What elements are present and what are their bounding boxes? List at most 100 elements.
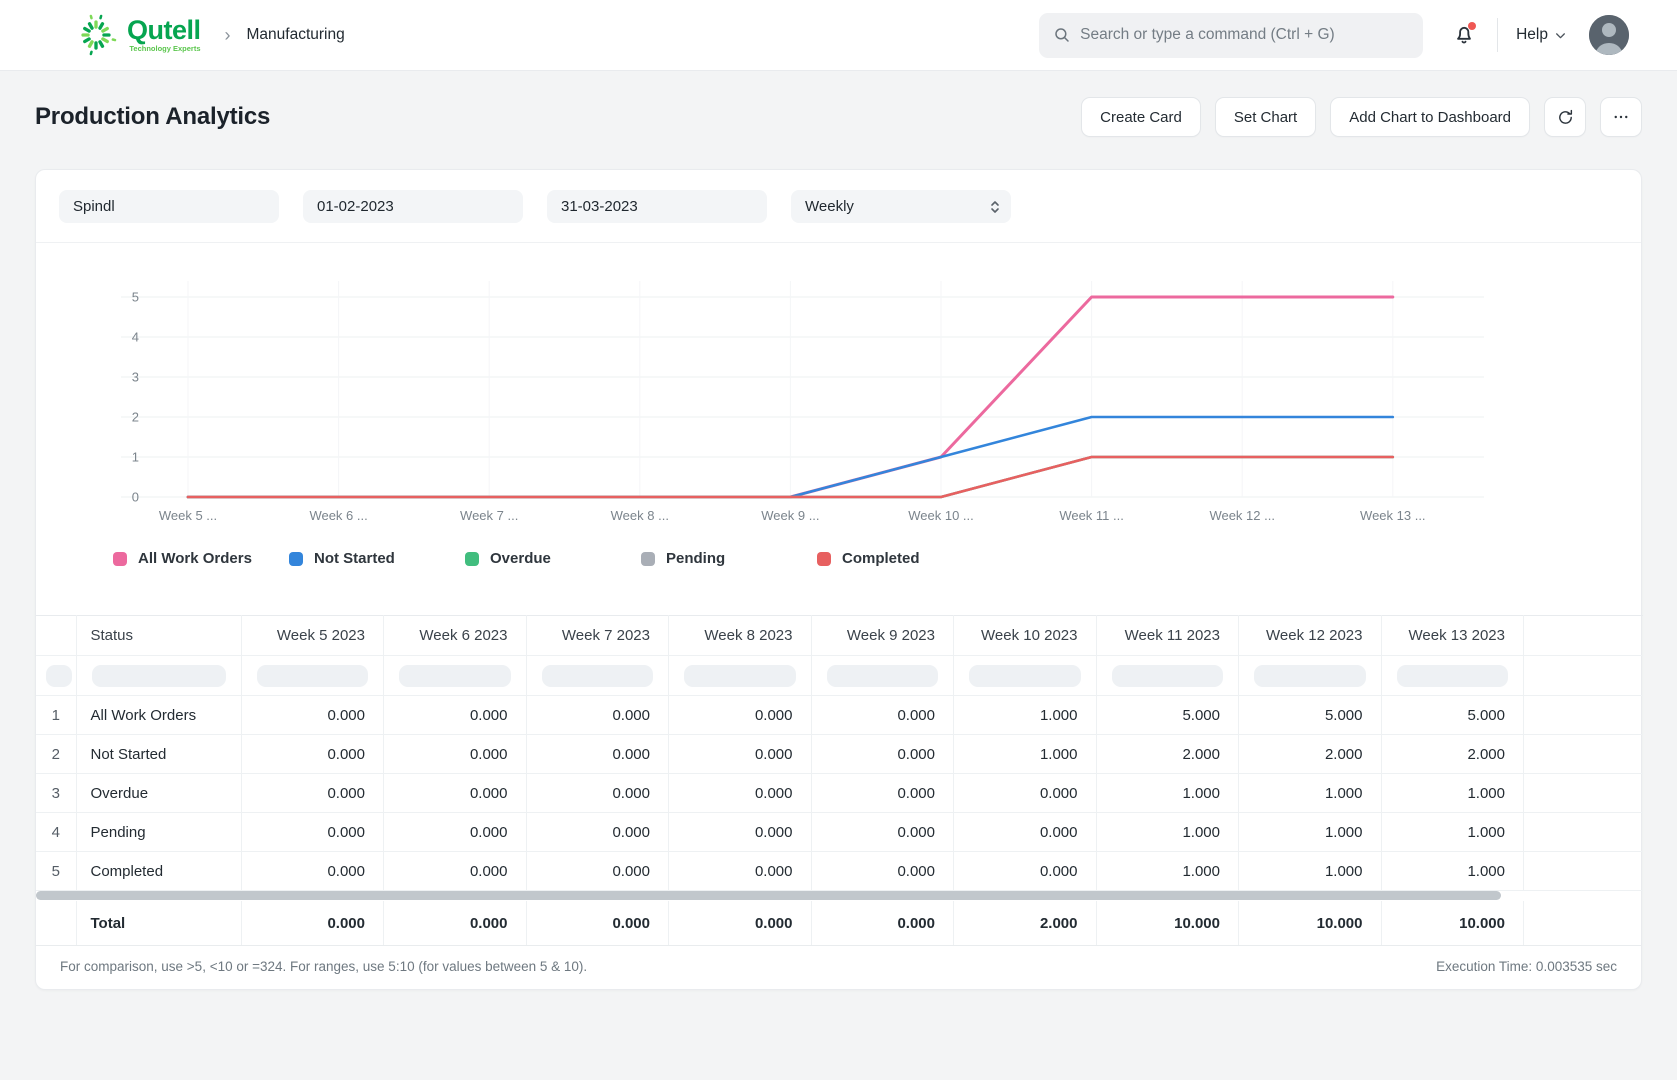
value-cell-week-10[interactable]: 0.000 <box>954 774 1097 813</box>
value-cell-week-10[interactable]: 0.000 <box>954 813 1097 852</box>
value-cell-week-13[interactable]: 1.000 <box>1381 813 1524 852</box>
week-7-filter-input[interactable] <box>526 656 669 696</box>
value-cell-week-8[interactable]: 0.000 <box>669 696 812 735</box>
week-10-filter-input-pill[interactable] <box>969 665 1081 687</box>
status-filter-input[interactable] <box>76 656 241 696</box>
week-11-filter-input-pill[interactable] <box>1112 665 1224 687</box>
week-12-filter-input-pill[interactable] <box>1254 665 1366 687</box>
value-cell-week-11[interactable]: 1.000 <box>1096 813 1239 852</box>
value-cell-week-6[interactable]: 0.000 <box>384 813 527 852</box>
value-cell-week-5[interactable]: 0.000 <box>241 852 384 891</box>
scrollbar-thumb[interactable] <box>36 891 1501 900</box>
week-9-filter-input[interactable] <box>811 656 954 696</box>
week-column-header-13[interactable]: Week 13 2023 <box>1381 616 1524 656</box>
value-cell-week-10[interactable]: 0.000 <box>954 852 1097 891</box>
breadcrumb[interactable]: Manufacturing <box>247 26 345 44</box>
refresh-button[interactable] <box>1544 97 1586 137</box>
value-cell-week-9[interactable]: 0.000 <box>811 852 954 891</box>
value-cell-week-12[interactable]: 5.000 <box>1239 696 1382 735</box>
status-cell[interactable]: Overdue <box>76 774 241 813</box>
week-11-filter-input[interactable] <box>1096 656 1239 696</box>
value-cell-week-11[interactable]: 2.000 <box>1096 735 1239 774</box>
value-cell-week-8[interactable]: 0.000 <box>669 813 812 852</box>
week-5-filter-input[interactable] <box>241 656 384 696</box>
value-cell-week-12[interactable]: 2.000 <box>1239 735 1382 774</box>
value-cell-week-6[interactable]: 0.000 <box>384 774 527 813</box>
global-search[interactable] <box>1039 13 1423 58</box>
value-cell-week-9[interactable]: 0.000 <box>811 696 954 735</box>
value-cell-week-5[interactable]: 0.000 <box>241 813 384 852</box>
add-chart-to-dashboard-button[interactable]: Add Chart to Dashboard <box>1330 97 1530 137</box>
value-cell-week-7[interactable]: 0.000 <box>526 774 669 813</box>
filter-from-date-input[interactable] <box>303 190 523 223</box>
value-cell-week-5[interactable]: 0.000 <box>241 774 384 813</box>
create-card-button[interactable]: Create Card <box>1081 97 1201 137</box>
value-cell-week-8[interactable]: 0.000 <box>669 852 812 891</box>
week-column-header-8[interactable]: Week 8 2023 <box>669 616 812 656</box>
week-9-filter-input-pill[interactable] <box>827 665 939 687</box>
value-cell-week-7[interactable]: 0.000 <box>526 813 669 852</box>
week-column-header-10[interactable]: Week 10 2023 <box>954 616 1097 656</box>
value-cell-week-12[interactable]: 1.000 <box>1239 774 1382 813</box>
more-options-button[interactable] <box>1600 97 1642 137</box>
value-cell-week-9[interactable]: 0.000 <box>811 813 954 852</box>
value-cell-week-11[interactable]: 1.000 <box>1096 852 1239 891</box>
week-column-header-12[interactable]: Week 12 2023 <box>1239 616 1382 656</box>
status-filter-input-pill[interactable] <box>92 665 226 687</box>
value-cell-week-9[interactable]: 0.000 <box>811 735 954 774</box>
week-column-header-9[interactable]: Week 9 2023 <box>811 616 954 656</box>
status-cell[interactable]: Not Started <box>76 735 241 774</box>
week-7-filter-input-pill[interactable] <box>542 665 654 687</box>
filter-field-input[interactable] <box>59 190 279 223</box>
legend-item-pending[interactable]: Pending <box>641 550 817 567</box>
search-input[interactable] <box>1080 26 1409 44</box>
value-cell-week-6[interactable]: 0.000 <box>384 696 527 735</box>
set-chart-button[interactable]: Set Chart <box>1215 97 1316 137</box>
value-cell-week-11[interactable]: 5.000 <box>1096 696 1239 735</box>
week-column-header-7[interactable]: Week 7 2023 <box>526 616 669 656</box>
index-filter-input-pill[interactable] <box>46 665 72 687</box>
legend-item-completed[interactable]: Completed <box>817 550 993 567</box>
week-column-header-5[interactable]: Week 5 2023 <box>241 616 384 656</box>
legend-item-overdue[interactable]: Overdue <box>465 550 641 567</box>
week-column-header-11[interactable]: Week 11 2023 <box>1096 616 1239 656</box>
week-13-filter-input[interactable] <box>1381 656 1524 696</box>
value-cell-week-13[interactable]: 1.000 <box>1381 774 1524 813</box>
value-cell-week-6[interactable]: 0.000 <box>384 852 527 891</box>
value-cell-week-7[interactable]: 0.000 <box>526 735 669 774</box>
value-cell-week-13[interactable]: 1.000 <box>1381 852 1524 891</box>
filter-to-date-input[interactable] <box>547 190 767 223</box>
value-cell-week-13[interactable]: 2.000 <box>1381 735 1524 774</box>
legend-item-all-work-orders[interactable]: All Work Orders <box>113 550 289 567</box>
notifications-button[interactable] <box>1451 22 1477 48</box>
value-cell-week-12[interactable]: 1.000 <box>1239 852 1382 891</box>
week-8-filter-input[interactable] <box>669 656 812 696</box>
value-cell-week-8[interactable]: 0.000 <box>669 774 812 813</box>
user-avatar[interactable] <box>1589 15 1629 55</box>
value-cell-week-8[interactable]: 0.000 <box>669 735 812 774</box>
week-13-filter-input-pill[interactable] <box>1397 665 1509 687</box>
week-column-header-6[interactable]: Week 6 2023 <box>384 616 527 656</box>
week-6-filter-input-pill[interactable] <box>399 665 511 687</box>
value-cell-week-13[interactable]: 5.000 <box>1381 696 1524 735</box>
week-8-filter-input-pill[interactable] <box>684 665 796 687</box>
help-menu[interactable]: Help <box>1516 26 1567 44</box>
status-cell[interactable]: Pending <box>76 813 241 852</box>
week-10-filter-input[interactable] <box>954 656 1097 696</box>
value-cell-week-12[interactable]: 1.000 <box>1239 813 1382 852</box>
value-cell-week-10[interactable]: 1.000 <box>954 696 1097 735</box>
value-cell-week-5[interactable]: 0.000 <box>241 735 384 774</box>
week-5-filter-input-pill[interactable] <box>257 665 369 687</box>
frequency-select[interactable]: Weekly <box>791 190 1011 223</box>
value-cell-week-7[interactable]: 0.000 <box>526 696 669 735</box>
value-cell-week-5[interactable]: 0.000 <box>241 696 384 735</box>
legend-item-not-started[interactable]: Not Started <box>289 550 465 567</box>
value-cell-week-10[interactable]: 1.000 <box>954 735 1097 774</box>
status-cell[interactable]: Completed <box>76 852 241 891</box>
week-12-filter-input[interactable] <box>1239 656 1382 696</box>
value-cell-week-7[interactable]: 0.000 <box>526 852 669 891</box>
qutell-logo[interactable]: Qutell Technology Experts <box>73 12 201 58</box>
week-6-filter-input[interactable] <box>384 656 527 696</box>
status-cell[interactable]: All Work Orders <box>76 696 241 735</box>
value-cell-week-11[interactable]: 1.000 <box>1096 774 1239 813</box>
